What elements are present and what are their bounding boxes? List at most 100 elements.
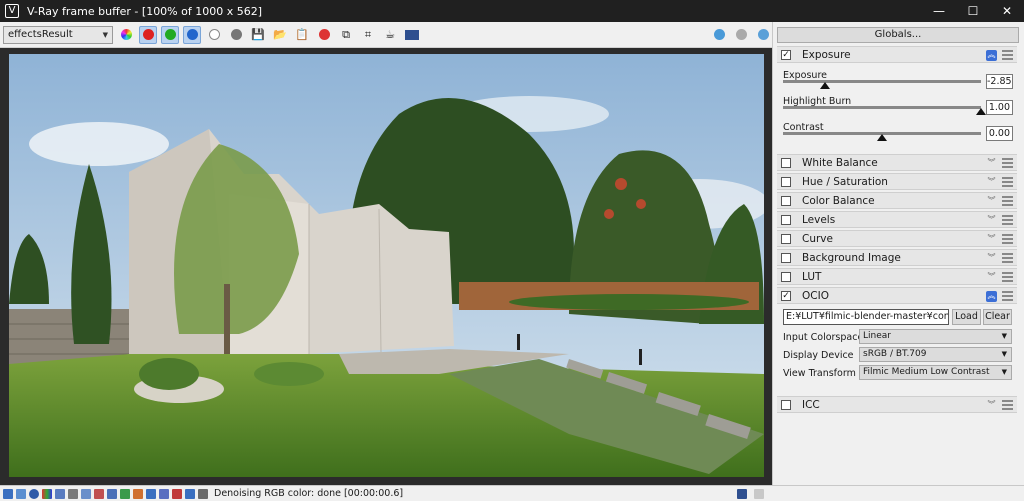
- expand-icon[interactable]: ︾: [986, 234, 997, 245]
- horizontal-flip-icon[interactable]: [159, 488, 169, 499]
- menu-icon[interactable]: [1002, 400, 1013, 410]
- ocio-checkbox[interactable]: ✓: [781, 290, 791, 301]
- section-background-image[interactable]: Background Image ︾: [777, 249, 1017, 266]
- background-image-checkbox[interactable]: [781, 252, 791, 263]
- levels-checkbox[interactable]: [781, 214, 791, 225]
- exposure-checkbox[interactable]: ✓: [781, 49, 791, 60]
- frame-icon[interactable]: [94, 488, 104, 499]
- icc-checkbox[interactable]: [781, 399, 791, 410]
- denoise-icon[interactable]: [133, 488, 143, 499]
- duplicate-icon[interactable]: ⧉: [337, 26, 355, 44]
- expand-icon[interactable]: ︾: [986, 196, 997, 207]
- highlight-burn-value-field[interactable]: 1.00: [986, 100, 1013, 115]
- load-button[interactable]: Load: [952, 309, 981, 325]
- menu-icon[interactable]: [1002, 234, 1013, 244]
- hue-saturation-checkbox[interactable]: [781, 176, 791, 187]
- expand-icon[interactable]: ︾: [986, 215, 997, 226]
- curve-checkbox[interactable]: [781, 233, 791, 244]
- zoom-icon[interactable]: [107, 488, 117, 499]
- camera-icon[interactable]: [754, 26, 772, 44]
- section-hue-saturation[interactable]: Hue / Saturation ︾: [777, 173, 1017, 190]
- highlight-burn-thumb[interactable]: [976, 108, 986, 115]
- lut-checkbox[interactable]: [781, 271, 791, 282]
- sampler-icon[interactable]: [120, 488, 130, 499]
- menu-icon[interactable]: [1002, 196, 1013, 206]
- mono-channel-button[interactable]: [227, 26, 245, 44]
- menu-icon[interactable]: [1002, 158, 1013, 168]
- menu-icon[interactable]: [1002, 253, 1013, 263]
- section-label: ICC: [802, 398, 820, 411]
- view-transform-select[interactable]: Filmic Medium Low Contrast ▼: [859, 365, 1012, 380]
- camera-view-icon[interactable]: [737, 488, 747, 499]
- expand-icon[interactable]: ︾: [986, 400, 997, 411]
- layers-icon[interactable]: [146, 488, 156, 499]
- clear-icon[interactable]: [315, 26, 333, 44]
- channel-select[interactable]: effectsResult ▼: [3, 25, 113, 44]
- exposure-slider[interactable]: [783, 80, 981, 83]
- menu-icon[interactable]: [1002, 177, 1013, 187]
- section-ocio[interactable]: ✓ OCIO ︽: [777, 287, 1017, 304]
- color-wheel-icon[interactable]: [117, 26, 135, 44]
- section-color-balance[interactable]: Color Balance ︾: [777, 192, 1017, 209]
- menu-icon[interactable]: [1002, 50, 1013, 60]
- info-icon[interactable]: [29, 488, 39, 499]
- chevron-down-icon: ▼: [102, 30, 108, 39]
- white-channel-button[interactable]: [205, 26, 223, 44]
- mirror-icon[interactable]: [172, 488, 182, 499]
- pixel-aspect-icon[interactable]: [198, 488, 208, 499]
- white-balance-checkbox[interactable]: [781, 157, 791, 168]
- expand-icon[interactable]: [754, 488, 764, 499]
- section-curve[interactable]: Curve ︾: [777, 230, 1017, 247]
- blue-channel-button[interactable]: [183, 25, 201, 44]
- section-icc[interactable]: ICC ︾: [777, 396, 1017, 413]
- menu-icon[interactable]: [1002, 215, 1013, 225]
- compare-icon[interactable]: [68, 488, 78, 499]
- section-exposure[interactable]: ✓ Exposure ︽: [777, 46, 1017, 63]
- minimize-button[interactable]: —: [922, 0, 956, 22]
- clipboard-icon[interactable]: 📋: [293, 26, 311, 44]
- expand-icon[interactable]: ︾: [986, 272, 997, 283]
- expand-icon[interactable]: ︾: [986, 177, 997, 188]
- render-scene-icon[interactable]: [710, 26, 728, 44]
- stamp-icon[interactable]: [81, 488, 91, 499]
- highlight-burn-slider[interactable]: [783, 106, 981, 109]
- expand-icon[interactable]: ︾: [986, 253, 997, 264]
- red-channel-button[interactable]: [139, 25, 157, 44]
- save-icon[interactable]: 💾: [249, 26, 267, 44]
- render-viewport[interactable]: [0, 48, 772, 485]
- globals-button[interactable]: Globals...: [777, 27, 1019, 43]
- clear-button[interactable]: Clear: [983, 309, 1012, 325]
- region-icon[interactable]: ⌗: [359, 26, 377, 44]
- status-text: Denoising RGB color: done [00:00:00.6]: [214, 488, 404, 499]
- collapse-icon[interactable]: ︽: [986, 50, 997, 61]
- expand-icon[interactable]: ︾: [986, 158, 997, 169]
- maximize-button[interactable]: ☐: [956, 0, 990, 22]
- view-transform-label: View Transform: [783, 368, 856, 379]
- histogram-icon[interactable]: [42, 488, 52, 499]
- ocio-config-path-input[interactable]: E:¥LUT¥filmic-blender-master¥config.oc: [783, 309, 949, 325]
- render-icon[interactable]: [403, 26, 421, 44]
- close-button[interactable]: ✕: [990, 0, 1024, 22]
- exposure-slider-thumb[interactable]: [819, 82, 830, 89]
- green-channel-button[interactable]: [161, 25, 179, 44]
- contrast-value-field[interactable]: 0.00: [986, 126, 1013, 141]
- vertical-flip-icon[interactable]: [185, 488, 195, 499]
- section-lut[interactable]: LUT ︾: [777, 268, 1017, 285]
- menu-icon[interactable]: [1002, 272, 1013, 282]
- section-white-balance[interactable]: White Balance ︾: [777, 154, 1017, 171]
- open-folder-icon[interactable]: 📂: [271, 26, 289, 44]
- stop-icon[interactable]: [732, 26, 750, 44]
- section-levels[interactable]: Levels ︾: [777, 211, 1017, 228]
- teapot-icon[interactable]: ☕: [381, 26, 399, 44]
- history-icon[interactable]: [3, 488, 13, 499]
- input-colorspace-select[interactable]: Linear ▼: [859, 329, 1012, 344]
- contrast-thumb[interactable]: [877, 134, 887, 141]
- lens-effects-icon[interactable]: [16, 488, 26, 499]
- display-device-select[interactable]: sRGB / BT.709 ▼: [859, 347, 1012, 362]
- menu-icon[interactable]: [1002, 291, 1013, 301]
- color-balance-checkbox[interactable]: [781, 195, 791, 206]
- status-bar: Denoising RGB color: done [00:00:00.6]: [0, 485, 1024, 501]
- exposure-value-field[interactable]: -2.85: [986, 74, 1013, 89]
- collapse-icon[interactable]: ︽: [986, 291, 997, 302]
- lut-icon[interactable]: [55, 488, 65, 499]
